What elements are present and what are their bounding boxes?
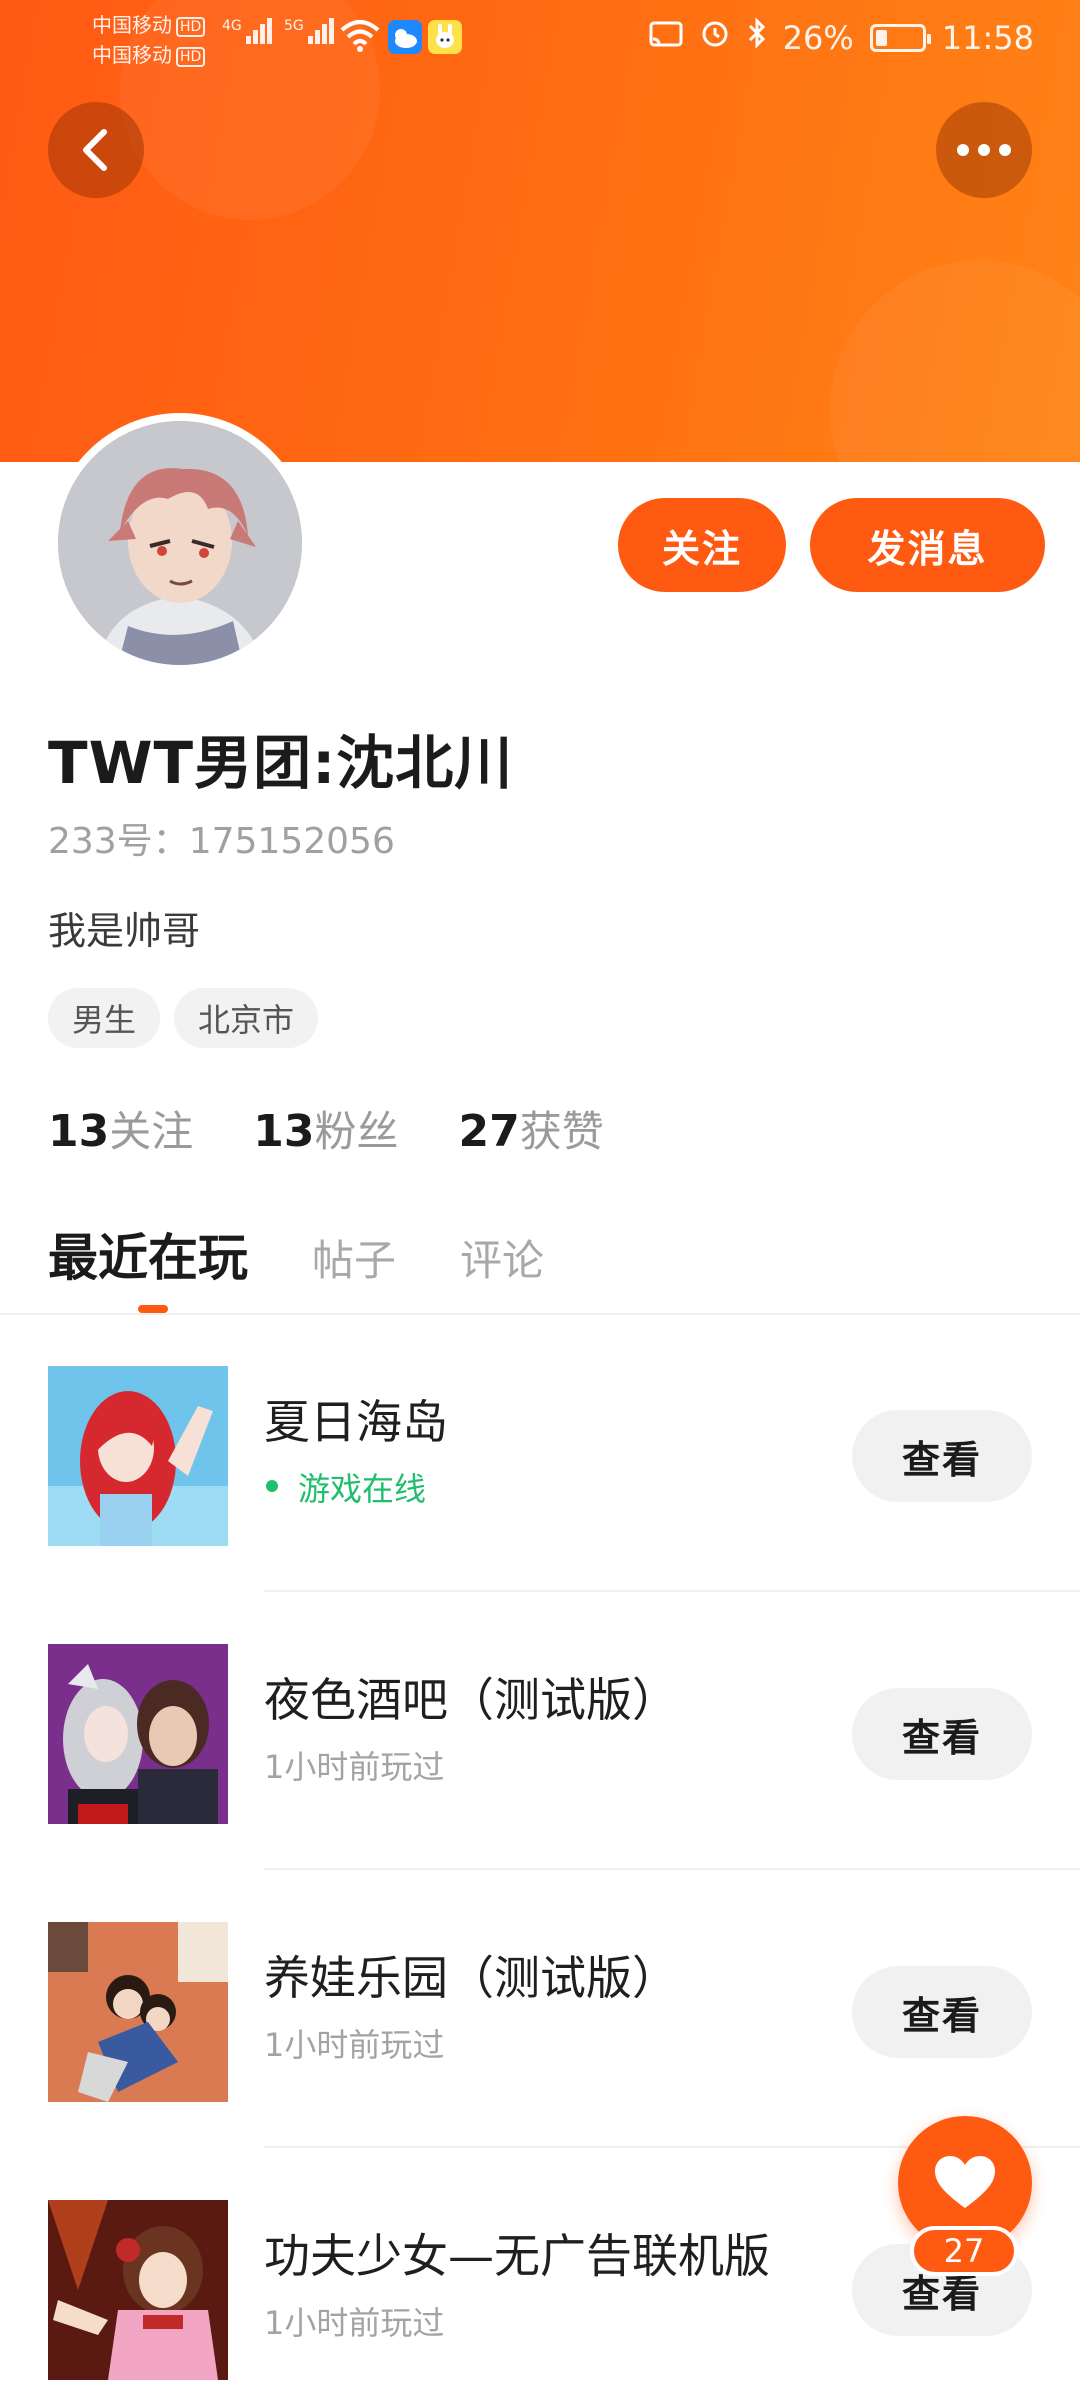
game-title: 夏日海岛: [264, 1395, 448, 1449]
likes-stat[interactable]: 27获赞: [459, 1098, 604, 1159]
follow-button[interactable]: 关注: [618, 498, 786, 592]
gender-tag: 男生: [48, 988, 161, 1048]
carrier-label: 中国移动: [92, 13, 172, 37]
likes-label: 获赞: [519, 1107, 604, 1156]
game-thumbnail[interactable]: [48, 2200, 228, 2380]
like-count-badge: 27: [910, 2226, 1018, 2276]
following-stat[interactable]: 13关注: [48, 1098, 193, 1159]
app-notification-icon: [428, 20, 462, 54]
profile-stats: 13关注 13粉丝 27获赞: [48, 1098, 604, 1159]
avatar[interactable]: [50, 413, 310, 673]
chevron-left-icon: [83, 129, 107, 171]
status-bar: 中国移动 HD 中国移动 HD 4G 5G 26% 11:58: [0, 0, 1080, 80]
likes-count: 27: [458, 1106, 520, 1157]
bluetooth-icon: [747, 16, 767, 60]
weather-app-icon: [388, 20, 422, 54]
tab-comments[interactable]: 评论: [460, 1227, 544, 1288]
alarm-icon: [699, 16, 731, 60]
user-id: 233号：175152056: [48, 821, 395, 862]
hd-badge: HD: [176, 16, 206, 37]
game-last-played: 1小时前玩过: [264, 2026, 445, 2064]
send-message-button[interactable]: 发消息: [810, 498, 1045, 592]
signal-5g-icon: 5G: [284, 18, 336, 44]
game-list-item[interactable]: 养娃乐园（测试版） 1小时前玩过 查看: [0, 1870, 1080, 2148]
followers-count: 13: [253, 1106, 315, 1157]
more-button[interactable]: [936, 102, 1032, 198]
game-last-played: 1小时前玩过: [264, 2304, 445, 2342]
network-type-label: 5G: [284, 18, 304, 34]
user-bio: 我是帅哥: [48, 909, 201, 953]
username: TWT男团:沈北川: [48, 729, 514, 797]
game-list-item[interactable]: 夏日海岛 游戏在线 查看: [0, 1314, 1080, 1592]
clock: 11:58: [941, 19, 1034, 57]
game-thumbnail[interactable]: [48, 1366, 228, 1546]
game-last-played: 1小时前玩过: [264, 1748, 445, 1786]
wifi-icon: [340, 18, 380, 60]
status-right: 26% 11:58: [649, 16, 1034, 60]
following-label: 关注: [109, 1107, 194, 1156]
game-thumbnail[interactable]: [48, 1922, 228, 2102]
battery-percent: 26%: [782, 19, 854, 57]
hd-badge: HD: [176, 46, 206, 67]
banner-decoration: [830, 260, 1080, 462]
carrier-label: 中国移动: [92, 43, 172, 67]
avatar-image: [58, 421, 302, 665]
location-tag: 北京市: [174, 988, 319, 1048]
cast-icon: [649, 16, 683, 60]
view-button[interactable]: 查看: [852, 1688, 1032, 1780]
game-list-item[interactable]: 夜色酒吧（测试版） 1小时前玩过 查看: [0, 1592, 1080, 1870]
battery-fill: [875, 30, 887, 46]
game-online-status: 游戏在线: [264, 1464, 426, 1510]
heart-icon: [935, 2156, 995, 2208]
following-count: 13: [48, 1106, 110, 1157]
view-button[interactable]: 查看: [852, 1410, 1032, 1502]
more-dots-icon: [957, 144, 1011, 156]
carrier-info: 中国移动 HD 中国移动 HD: [92, 10, 206, 70]
tab-posts[interactable]: 帖子: [312, 1227, 396, 1288]
back-button[interactable]: [48, 102, 144, 198]
signal-4g-icon: 4G: [222, 18, 274, 44]
game-title: 功夫少女—无广告联机版: [264, 2229, 770, 2283]
network-type-label: 4G: [222, 18, 242, 34]
tab-recently-played[interactable]: 最近在玩: [48, 1218, 248, 1290]
tab-indicator: [138, 1305, 168, 1313]
game-thumbnail[interactable]: [48, 1644, 228, 1824]
profile-tabs: 最近在玩 帖子 评论: [48, 1218, 544, 1290]
followers-stat[interactable]: 13粉丝: [253, 1098, 398, 1159]
profile-tags: 男生 北京市: [48, 988, 319, 1048]
view-button[interactable]: 查看: [852, 1966, 1032, 2058]
battery-icon: [869, 24, 931, 52]
game-title: 夜色酒吧（测试版）: [264, 1673, 678, 1727]
followers-label: 粉丝: [314, 1107, 399, 1156]
game-title: 养娃乐园（测试版）: [264, 1951, 678, 2005]
profile-banner: 中国移动 HD 中国移动 HD 4G 5G 26% 11:58: [0, 0, 1080, 462]
